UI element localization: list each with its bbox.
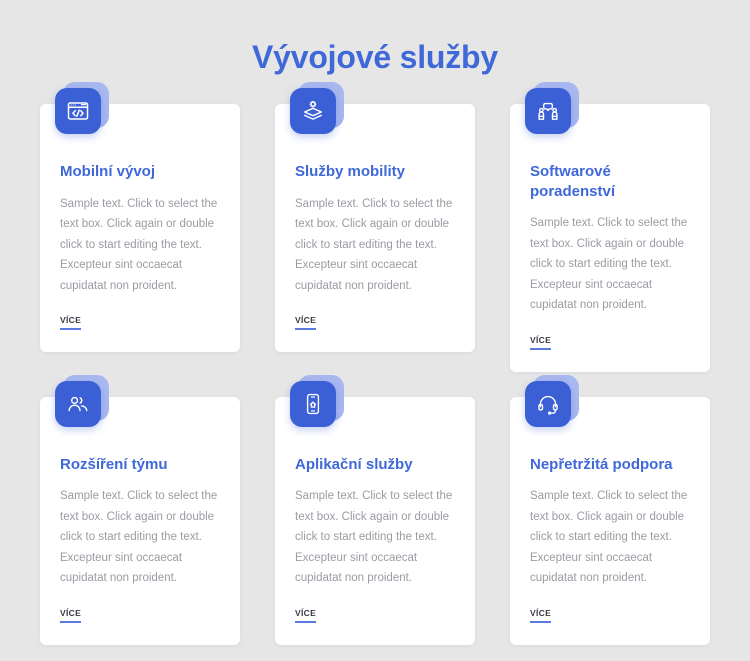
service-card-mobilni-vyvoj[interactable]: Mobilní vývoj Sample text. Click to sele… [40,82,240,353]
service-card-title: Nepřetržitá podpora [530,455,673,473]
service-card-aplikacni-sluzby[interactable]: Aplikační služby Sample text. Click to s… [275,374,475,645]
service-card-nepretrzita-podpora[interactable]: Nepřetržitá podpora Sample text. Click t… [510,374,710,645]
more-link[interactable]: VÍCE [60,315,82,331]
service-card-body: Sample text. Click to select the text bo… [295,490,453,585]
page-title: Vývojové služby [252,39,498,75]
service-card-slot: Aplikační služby Sample text. Click to s… [275,374,475,645]
service-card-slot: Mobilní vývoj Sample text. Click to sele… [40,82,240,371]
service-card-slot: Rozšíření týmu Sample text. Click to sel… [40,374,240,645]
icon-badge-wrapper [290,374,344,427]
consulting-people-icon [525,88,571,135]
service-card-slot: Softwarové poradenství Sample text. Clic… [510,82,710,372]
service-card-title: Aplikační služby [295,455,413,473]
service-card-sluzby-mobility[interactable]: Služby mobility Sample text. Click to se… [275,82,475,353]
icon-badge-wrapper [525,374,579,427]
service-card-rozsireni-tymu[interactable]: Rozšíření týmu Sample text. Click to sel… [40,374,240,645]
service-card-title: Mobilní vývoj [60,163,156,181]
more-link[interactable]: VÍCE [530,608,552,623]
service-card-body: Sample text. Click to select the text bo… [60,490,218,585]
service-card-title: Služby mobility [295,163,406,181]
service-card-title: Softwarové poradenství [530,163,616,200]
icon-badge-wrapper [55,82,109,135]
service-card-body: Sample text. Click to select the text bo… [530,490,688,585]
service-card-softwarove-poradenstvi[interactable]: Softwarové poradenství Sample text. Clic… [510,82,710,372]
headset-support-icon [525,380,571,427]
more-link[interactable]: VÍCE [295,315,317,331]
service-card-slot: Nepřetržitá podpora Sample text. Click t… [510,374,710,645]
mobile-app-icon [290,380,336,427]
service-card-body: Sample text. Click to select the text bo… [530,217,688,312]
more-link[interactable]: VÍCE [60,608,82,623]
services-page: Vývojové služby Mobilní vývoj Sample tex… [0,0,750,661]
services-card-grid: Mobilní vývoj Sample text. Click to sele… [0,76,750,645]
code-window-icon [55,88,101,135]
team-group-icon [55,380,101,427]
icon-badge-wrapper [55,374,109,427]
service-card-title: Rozšíření týmu [60,455,168,473]
service-card-slot: Služby mobility Sample text. Click to se… [275,82,475,371]
more-link[interactable]: VÍCE [530,335,552,350]
icon-badge-wrapper [290,82,344,135]
icon-badge-wrapper [525,82,579,135]
service-card-body: Sample text. Click to select the text bo… [295,197,453,292]
service-card-body: Sample text. Click to select the text bo… [60,197,218,292]
layers-gear-icon [290,88,336,135]
more-link[interactable]: VÍCE [295,608,317,623]
